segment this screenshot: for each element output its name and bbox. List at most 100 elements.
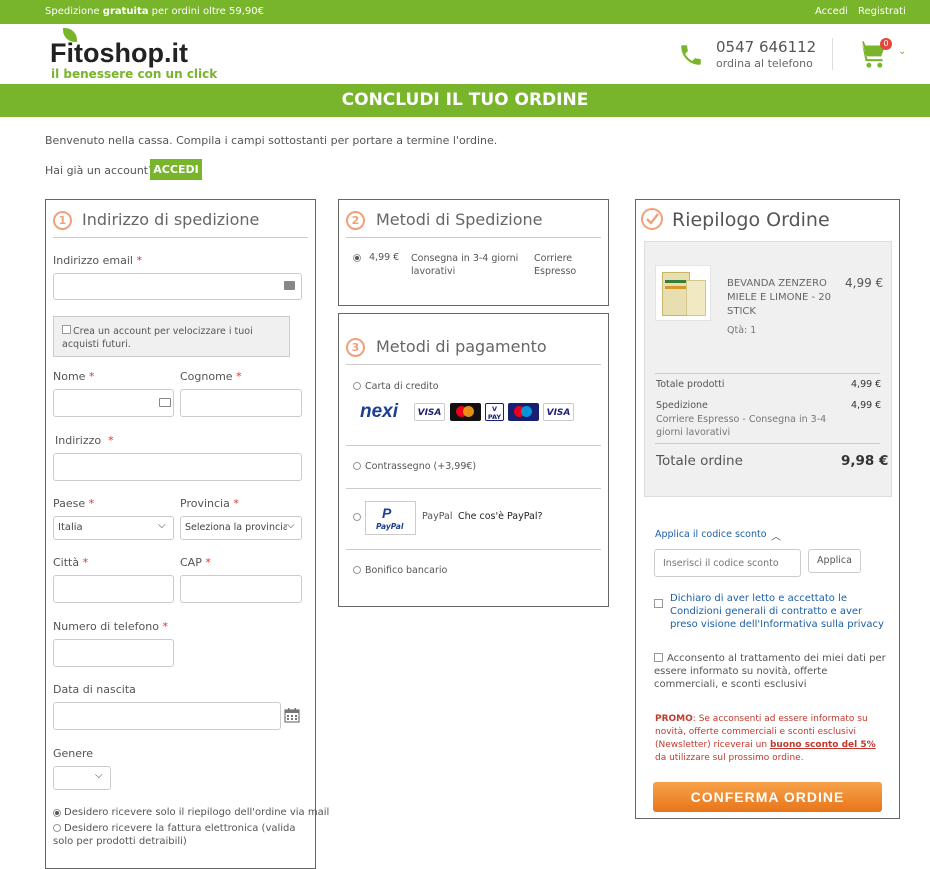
subtotal-value: 4,99 € <box>851 379 882 390</box>
coupon-apply-button[interactable]: Applica <box>808 549 861 573</box>
paypal-p-icon: P <box>382 505 392 521</box>
radio-paypal[interactable] <box>353 513 361 521</box>
citta-field[interactable] <box>53 575 174 603</box>
paypal-logo: P PayPal <box>365 501 416 535</box>
paese-select[interactable]: Italia ⌵ <box>53 516 174 540</box>
telefono-field[interactable] <box>53 639 174 667</box>
step-number: 3 <box>346 338 365 357</box>
promo-link[interactable]: buono sconto del 5% <box>770 740 876 750</box>
terms-label[interactable]: Dichiaro di aver letto e accettato le Co… <box>670 592 892 631</box>
terms-checkbox[interactable] <box>654 599 663 608</box>
total-label: Totale ordine <box>656 453 743 469</box>
visa-logo: VISA <box>414 403 445 421</box>
autofill-icon[interactable] <box>284 281 295 290</box>
section-title: Metodi di Spedizione <box>376 210 543 229</box>
divider <box>346 488 601 489</box>
cart-count-badge: 0 <box>880 38 892 50</box>
section-title: Indirizzo di spedizione <box>82 210 260 229</box>
vpay-logo: V PAY <box>485 403 504 421</box>
phone-number[interactable]: 0547 646112 <box>716 38 816 56</box>
shipping-radio[interactable] <box>353 254 361 262</box>
divider <box>655 373 880 374</box>
intro-text: Benvenuto nella cassa. Compila i campi s… <box>45 134 498 147</box>
marketing-label: Acconsento al trattamento dei miei dati … <box>654 653 886 690</box>
nome-field[interactable] <box>53 389 174 417</box>
bank-label: Bonifico bancario <box>365 565 448 576</box>
genere-select[interactable]: ⌵ <box>53 766 111 790</box>
cap-field[interactable] <box>180 575 302 603</box>
shipping-promo: Spedizione gratuita per ordini oltre 59,… <box>45 6 264 17</box>
radio-riepilogo[interactable] <box>53 809 61 817</box>
radio-bank[interactable] <box>353 566 361 574</box>
cognome-label: Cognome * <box>180 370 242 383</box>
product-thumbnail[interactable] <box>655 265 711 321</box>
paese-value: Italia <box>58 522 83 533</box>
email-label: Indirizzo email * <box>53 254 142 267</box>
product-name[interactable]: BEVANDA ZENZERO MIELE E LIMONE - 20 STIC… <box>727 277 839 319</box>
divider <box>655 443 880 444</box>
cap-label: CAP * <box>180 556 211 569</box>
promo-note: PROMO: Se acconsenti ad essere informato… <box>655 714 876 763</box>
login-link[interactable]: Accedi <box>815 6 848 17</box>
paypal-label: PayPal <box>422 511 453 522</box>
login-button[interactable]: ACCEDI <box>150 159 202 180</box>
email-field[interactable] <box>53 273 302 300</box>
top-bar: Spedizione gratuita per ordini oltre 59,… <box>0 0 930 24</box>
nascita-label: Data di nascita <box>53 683 136 696</box>
phone-icon <box>678 42 704 72</box>
coupon-toggle[interactable]: Applica il codice sconto <box>655 529 767 540</box>
subtotal-label: Totale prodotti <box>656 379 725 390</box>
indirizzo-label: Indirizzo * <box>55 434 114 447</box>
total-value: 9,98 € <box>841 453 889 469</box>
nexi-logo: nexi <box>360 401 399 422</box>
provincia-select[interactable]: Seleziona la provincia ⌵ <box>180 516 302 540</box>
section-title: Metodi di pagamento <box>376 337 547 356</box>
card-label: Carta di credito <box>365 381 439 392</box>
radio-card[interactable] <box>353 382 361 390</box>
genere-label: Genere <box>53 747 94 760</box>
divider <box>53 237 308 238</box>
create-account-label: Crea un account per velocizzare i tuoi a… <box>62 326 253 350</box>
account-question: Hai già un account? <box>45 164 154 177</box>
divider <box>346 364 601 365</box>
fattura-option-label: Desidero ricevere la fattura elettronica… <box>53 823 296 847</box>
coupon-input[interactable] <box>654 549 801 577</box>
paypal-info-link[interactable]: Che cos'è PayPal? <box>458 511 543 522</box>
register-link[interactable]: Registrati <box>858 6 906 17</box>
chevron-down-icon[interactable]: ⌄ <box>898 46 906 57</box>
shipping-value: 4,99 € <box>851 400 882 411</box>
chevron-up-icon[interactable]: ︿ <box>771 528 781 543</box>
divider <box>346 549 601 550</box>
telefono-label: Numero di telefono * <box>53 620 168 633</box>
cod-label: Contrassegno (+3,99€) <box>365 461 477 472</box>
product-qty: Qtà: 1 <box>727 325 757 336</box>
birthdate-field[interactable] <box>53 702 281 730</box>
paypal-wordmark: PayPal <box>376 522 404 531</box>
divider <box>346 237 601 238</box>
header-divider <box>832 38 833 70</box>
chevron-down-icon: ⌵ <box>158 520 166 531</box>
indirizzo-field[interactable] <box>53 453 302 481</box>
step-number: 1 <box>53 211 72 230</box>
cognome-field[interactable] <box>180 389 302 417</box>
confirm-order-button[interactable]: CONFERMA ORDINE <box>653 782 882 812</box>
provincia-label: Provincia * <box>180 497 239 510</box>
visa-electron-logo: VISA <box>543 403 574 421</box>
phone-subtitle: ordina al telefono <box>716 57 813 70</box>
radio-cod[interactable] <box>353 462 361 470</box>
chevron-down-icon: ⌵ <box>287 520 295 531</box>
product-price: 4,99 € <box>845 276 884 290</box>
calendar-icon[interactable] <box>284 707 300 727</box>
mastercard-logo <box>450 403 481 421</box>
shipping-desc: Corriere Espresso - Consegna in 3-4 gior… <box>656 414 827 438</box>
maestro-logo <box>508 403 539 421</box>
chevron-down-icon: ⌵ <box>95 770 103 781</box>
nome-label: Nome * <box>53 370 95 383</box>
shipping-price: 4,99 € <box>369 252 400 263</box>
shipping-carrier: Corriere Espresso <box>534 253 577 277</box>
paese-label: Paese * <box>53 497 95 510</box>
payment-panel <box>338 313 609 607</box>
logo-tagline: il benessere con un click <box>51 67 218 81</box>
contact-card-icon <box>159 398 171 407</box>
logo[interactable]: Fitoshop.it <box>50 38 188 69</box>
